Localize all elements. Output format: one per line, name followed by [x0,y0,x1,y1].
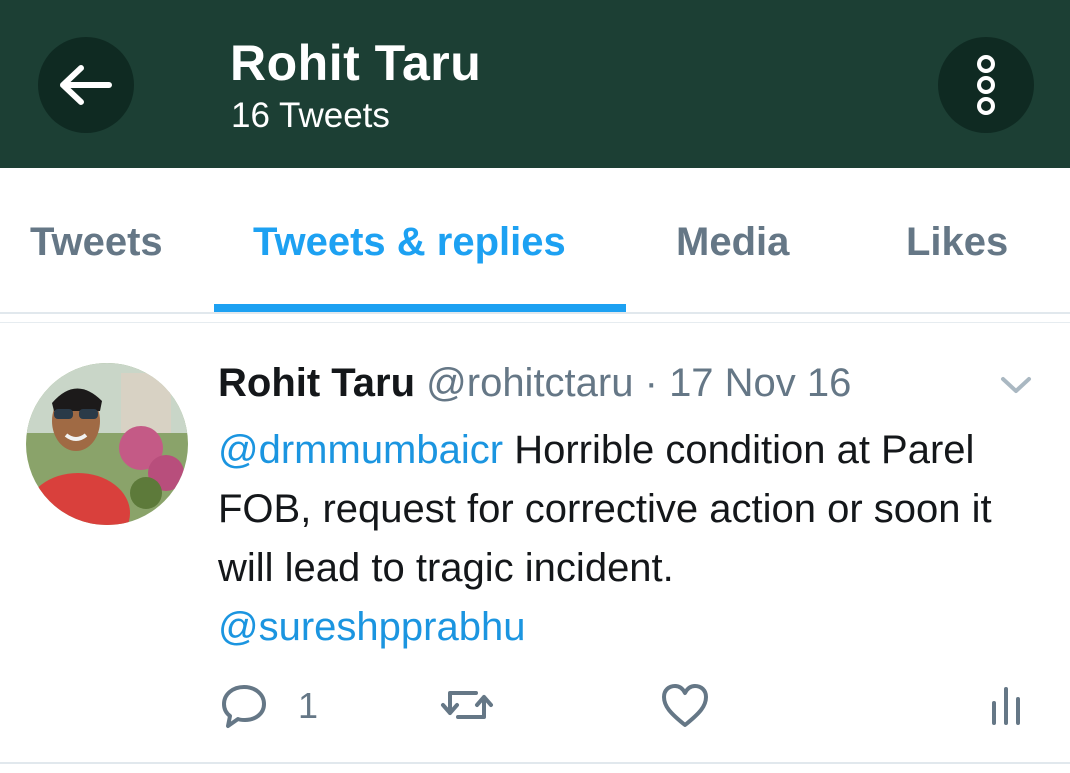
heart-icon [662,684,708,727]
tweet-menu-button[interactable] [1000,375,1032,400]
mention-link[interactable]: @drmmumbaicr [218,428,503,472]
tweet-actions: 1 [0,683,1070,743]
tweet-header: Rohit Taru @rohitctaru · 17 Nov 16 [218,361,851,406]
tweet-text: @drmmumbaicr Horrible condition at Parel… [218,421,1038,657]
tweet-item[interactable]: Rohit Taru @rohitctaru · 17 Nov 16 @drmm… [0,323,1070,763]
tab-tweets[interactable]: Tweets [30,220,163,265]
avatar[interactable] [26,363,188,525]
analytics-icon [992,687,1020,725]
more-vertical-icon [977,55,995,115]
profile-header: Rohit Taru 16 Tweets [0,0,1070,168]
analytics-button[interactable] [988,683,1024,727]
author-handle[interactable]: @rohitctaru [426,361,633,405]
back-button[interactable] [38,37,134,133]
profile-name: Rohit Taru [230,35,482,91]
separator-dot: · [644,361,658,405]
retweet-button[interactable] [440,683,494,727]
like-button[interactable] [660,683,710,729]
profile-tabs: Tweets Tweets & replies Media Likes [0,168,1070,314]
tab-tweets-and-replies[interactable]: Tweets & replies [253,220,566,265]
reply-button[interactable]: 1 [220,683,318,729]
chevron-down-icon [1001,377,1031,393]
more-options-button[interactable] [938,37,1034,133]
reply-icon [222,685,266,728]
tab-media[interactable]: Media [676,220,789,265]
tweet-count: 16 Tweets [231,96,390,135]
arrow-left-icon [60,65,112,105]
retweet-icon [441,691,493,719]
tweet-divider [0,762,1070,764]
author-name[interactable]: Rohit Taru [218,361,415,405]
reply-count: 1 [298,685,319,726]
tab-likes[interactable]: Likes [906,220,1008,265]
mention-link[interactable]: @sureshpprabhu [218,605,525,649]
tabs-divider [0,312,1070,314]
tweet-date: 17 Nov 16 [669,361,852,405]
